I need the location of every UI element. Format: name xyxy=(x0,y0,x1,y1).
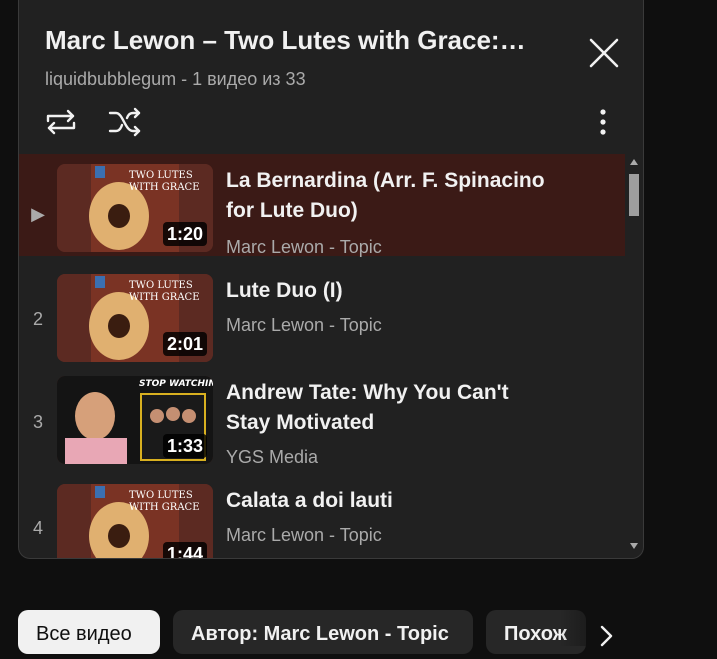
playlist-items[interactable]: ▶ TWO LUTES WITH GRACE 1:20 La Bernardin… xyxy=(19,154,625,558)
playlist-header: Marc Lewon – Two Lutes with Grace:… liqu… xyxy=(19,0,643,154)
video-duration: 1:20 xyxy=(162,222,207,246)
playlist-item[interactable]: 3 STOP WATCHING 1:33 Andrew Tate: Why Yo… xyxy=(19,366,625,468)
svg-text:TWO LUTES: TWO LUTES xyxy=(129,280,193,291)
playlist-item[interactable]: 4 TWO LUTES WITH GRACE 1:44 Calata a doi… xyxy=(19,474,625,558)
scroll-up-icon[interactable] xyxy=(629,158,639,166)
chips-next-button[interactable] xyxy=(588,618,624,654)
scrollbar-thumb[interactable] xyxy=(629,174,639,216)
video-title[interactable]: Andrew Tate: Why You Can't Stay Motivate… xyxy=(226,378,556,438)
close-button[interactable] xyxy=(585,34,623,72)
video-duration: 1:44 xyxy=(162,542,207,558)
shuffle-button[interactable] xyxy=(107,104,143,140)
video-thumbnail[interactable]: TWO LUTES WITH GRACE 1:20 xyxy=(57,164,213,252)
video-thumbnail[interactable]: STOP WATCHING 1:33 xyxy=(57,376,213,464)
video-channel[interactable]: Marc Lewon - Topic xyxy=(226,314,382,336)
video-title[interactable]: La Bernardina (Arr. F. Spinacino for Lut… xyxy=(226,166,556,226)
loop-icon xyxy=(46,109,76,135)
shuffle-icon xyxy=(108,107,141,137)
chip-author-filter[interactable]: Автор: Marc Lewon - Topic xyxy=(173,610,473,654)
loop-button[interactable] xyxy=(43,104,79,140)
playlist-title[interactable]: Marc Lewon – Two Lutes with Grace:… xyxy=(45,22,565,58)
play-indicator-icon: ▶ xyxy=(31,204,45,224)
item-index: 2 xyxy=(32,309,43,329)
svg-text:WITH GRACE: WITH GRACE xyxy=(129,182,200,193)
video-channel[interactable]: YGS Media xyxy=(226,446,318,468)
video-channel[interactable]: Marc Lewon - Topic xyxy=(226,236,382,258)
scroll-down-icon[interactable] xyxy=(629,542,639,550)
close-icon xyxy=(589,38,619,68)
item-index: 3 xyxy=(32,412,43,432)
more-options-button[interactable] xyxy=(585,104,621,140)
svg-text:WITH GRACE: WITH GRACE xyxy=(129,502,200,513)
chip-all-videos[interactable]: Все видео xyxy=(18,610,160,654)
playlist-subtitle[interactable]: liquidbubblegum - 1 видео из 33 xyxy=(45,68,306,90)
video-duration: 1:33 xyxy=(162,434,207,458)
more-vert-icon xyxy=(600,109,606,135)
chevron-right-icon xyxy=(600,625,613,647)
playlist-item[interactable]: 2 TWO LUTES WITH GRACE 2:01 Lute Duo (I)… xyxy=(19,264,625,366)
video-duration: 2:01 xyxy=(162,332,207,356)
scrollbar[interactable] xyxy=(625,154,643,558)
svg-text:TWO LUTES: TWO LUTES xyxy=(129,170,193,181)
svg-text:TWO LUTES: TWO LUTES xyxy=(129,490,193,501)
svg-text:STOP WATCHING: STOP WATCHING xyxy=(139,379,213,389)
video-channel[interactable]: Marc Lewon - Topic xyxy=(226,524,382,546)
playlist-panel: Marc Lewon – Two Lutes with Grace:… liqu… xyxy=(18,0,644,559)
item-index: 4 xyxy=(32,518,43,538)
video-thumbnail[interactable]: TWO LUTES WITH GRACE 2:01 xyxy=(57,274,213,362)
svg-text:WITH GRACE: WITH GRACE xyxy=(129,292,200,303)
video-title[interactable]: Calata a doi lauti xyxy=(226,486,556,516)
playlist-item[interactable]: ▶ TWO LUTES WITH GRACE 1:20 La Bernardin… xyxy=(19,154,625,258)
video-title[interactable]: Lute Duo (I) xyxy=(226,276,556,306)
video-thumbnail[interactable]: TWO LUTES WITH GRACE 1:44 xyxy=(57,484,213,558)
